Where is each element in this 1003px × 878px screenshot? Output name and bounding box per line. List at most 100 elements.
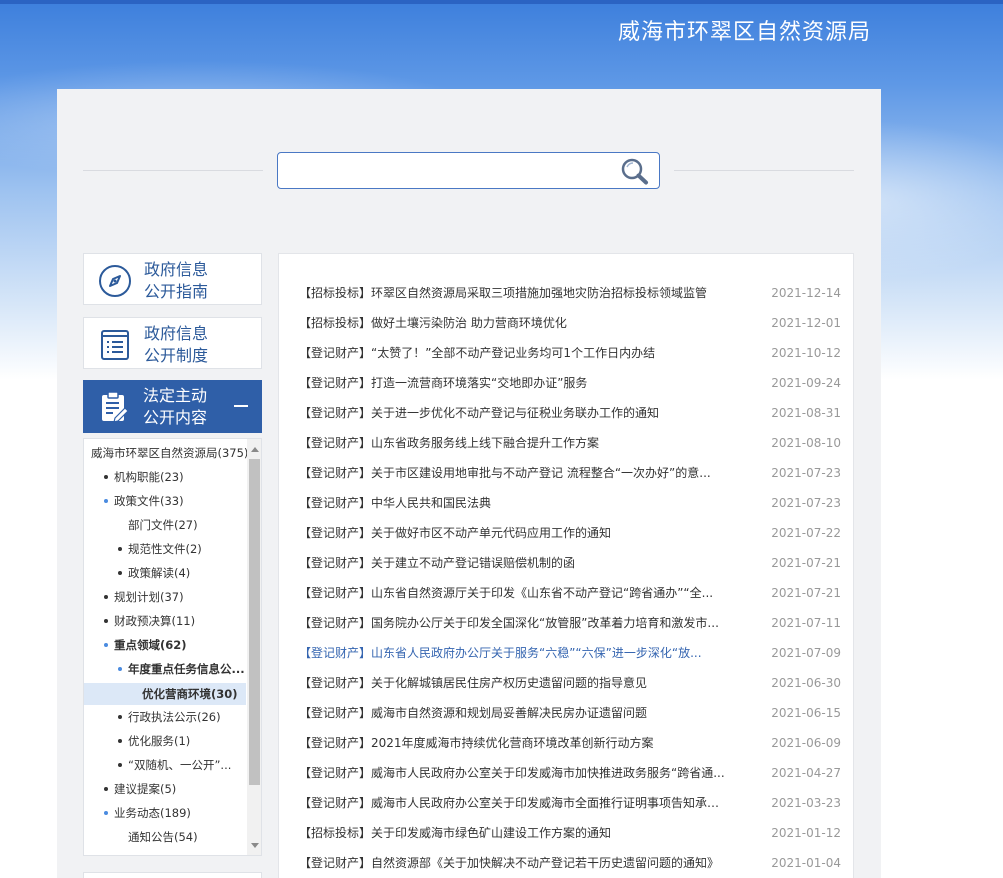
list-item[interactable]: 【登记财产】自然资源部《关于加快解决不动产登记若干历史遗留问题的通知》 2021-…: [299, 852, 841, 874]
list-item[interactable]: 【登记财产】山东省自然资源厅关于印发《山东省不动产登记“跨省通办”“全... 20…: [299, 582, 841, 604]
bullet-icon: [104, 594, 108, 599]
list-item-title[interactable]: 【登记财产】“太赞了！”全部不动产登记业务均可1个工作日内办结: [299, 342, 729, 364]
list-item[interactable]: 【招标投标】环翠区自然资源局采取三项措施加强地灾防治招标投标领域监管 2021-1…: [299, 282, 841, 304]
tree-item-selected[interactable]: 优化营商环境(30): [142, 684, 238, 704]
bullet-icon: [118, 666, 122, 671]
list-item-title[interactable]: 【登记财产】威海市自然资源和规划局妥善解决民房办证遗留问题: [299, 702, 729, 724]
list-item-date: 2021-10-12: [771, 346, 841, 360]
list-item-date: 2021-07-11: [771, 616, 841, 630]
bullet-icon: [118, 714, 122, 719]
document-list-icon: [101, 330, 129, 360]
tree-item[interactable]: 财政预决算(11): [104, 611, 195, 631]
category-tree: 威海市环翠区自然资源局(375) 机构职能(23) 政策文件(33) 部门文件(…: [83, 438, 262, 856]
search-divider-left: [83, 170, 263, 171]
list-item-title[interactable]: 【登记财产】中华人民共和国民法典: [299, 492, 729, 514]
list-item-title[interactable]: 【登记财产】威海市人民政府办公室关于印发威海市加快推进政务服务“跨省通...: [299, 762, 729, 784]
list-item[interactable]: 【招标投标】做好土壤污染防治 助力营商环境优化 2021-12-01: [299, 312, 841, 334]
list-item[interactable]: 【登记财产】关于做好市区不动产单元代码应用工作的通知 2021-07-22: [299, 522, 841, 544]
sidebar-card-label: 法定主动 公开内容: [143, 386, 208, 427]
tree-item[interactable]: 政策文件(33): [104, 491, 184, 511]
collapse-icon[interactable]: [234, 405, 248, 407]
list-item[interactable]: 【登记财产】山东省政务服务线上线下融合提升工作方案 2021-08-10: [299, 432, 841, 454]
list-item-date: 2021-07-22: [771, 526, 841, 540]
list-item-title[interactable]: 【登记财产】关于建立不动产登记错误赔偿机制的函: [299, 552, 729, 574]
scroll-up-icon[interactable]: [251, 447, 259, 452]
list-item[interactable]: 【登记财产】关于市区建设用地审批与不动产登记 流程整合“一次办好”的意... 20…: [299, 462, 841, 484]
list-item-date: 2021-07-23: [771, 496, 841, 510]
list-item[interactable]: 【登记财产】山东省人民政府办公厅关于服务“六稳”“六保”进一步深化“放... 20…: [299, 642, 841, 664]
list-item-title[interactable]: 【登记财产】山东省人民政府办公厅关于服务“六稳”“六保”进一步深化“放...: [299, 642, 729, 664]
bullet-icon: [118, 570, 122, 575]
list-item-title[interactable]: 【登记财产】山东省自然资源厅关于印发《山东省不动产登记“跨省通办”“全...: [299, 582, 729, 604]
bullet-icon: [118, 762, 122, 767]
list-item[interactable]: 【登记财产】威海市人民政府办公室关于印发威海市全面推行证明事项告知承诺... 20…: [299, 792, 841, 814]
tree-item[interactable]: 规范性文件(2): [118, 539, 202, 559]
sidebar-card-next[interactable]: [83, 872, 262, 878]
tree-item[interactable]: “双随机、一公开”...: [118, 755, 231, 775]
list-item-date: 2021-07-23: [771, 466, 841, 480]
list-item-date: 2021-08-10: [771, 436, 841, 450]
list-item[interactable]: 【登记财产】威海市自然资源和规划局妥善解决民房办证遗留问题 2021-06-15: [299, 702, 841, 724]
list-item-title[interactable]: 【登记财产】关于进一步优化不动产登记与征税业务联办工作的通知: [299, 402, 729, 424]
tree-item[interactable]: 重点领域(62): [104, 635, 187, 655]
list-item-title[interactable]: 【登记财产】关于化解城镇居民住房产权历史遗留问题的指导意见: [299, 672, 729, 694]
sidebar-card-guide[interactable]: 政府信息 公开指南: [83, 253, 262, 305]
scroll-down-icon[interactable]: [251, 843, 259, 848]
list-item-title[interactable]: 【招标投标】做好土壤污染防治 助力营商环境优化: [299, 312, 729, 334]
tree-item[interactable]: 优化服务(1): [118, 731, 190, 751]
list-item-date: 2021-01-12: [771, 826, 841, 840]
search-divider-right: [674, 170, 854, 171]
tree-item[interactable]: 建议提案(5): [104, 779, 176, 799]
top-strip: [0, 0, 1003, 4]
list-item-date: 2021-06-09: [771, 736, 841, 750]
bullet-icon: [104, 498, 108, 503]
tree-item[interactable]: 机构职能(23): [104, 467, 184, 487]
list-item[interactable]: 【招标投标】关于印发威海市绿色矿山建设工作方案的通知 2021-01-12: [299, 822, 841, 844]
article-list: 【招标投标】环翠区自然资源局采取三项措施加强地灾防治招标投标领域监管 2021-1…: [278, 253, 854, 878]
scroll-thumb[interactable]: [249, 459, 260, 785]
list-item-date: 2021-08-31: [771, 406, 841, 420]
list-item-title[interactable]: 【登记财产】国务院办公厅关于印发全国深化“放管服”改革着力培育和激发市...: [299, 612, 729, 634]
list-item[interactable]: 【登记财产】2021年度威海市持续优化营商环境改革创新行动方案 2021-06-0…: [299, 732, 841, 754]
list-item-title[interactable]: 【登记财产】山东省政务服务线上线下融合提升工作方案: [299, 432, 729, 454]
list-item-date: 2021-12-01: [771, 316, 841, 330]
tree-item[interactable]: 部门文件(27): [128, 515, 198, 535]
search-box: [277, 152, 660, 189]
sidebar-card-content-active[interactable]: 法定主动 公开内容: [83, 380, 262, 433]
list-item-date: 2021-06-30: [771, 676, 841, 690]
list-item-title[interactable]: 【登记财产】打造一流营商环境落实“交地即办证”服务: [299, 372, 729, 394]
list-item-title[interactable]: 【招标投标】环翠区自然资源局采取三项措施加强地灾防治招标投标领域监管: [299, 282, 729, 304]
tree-item[interactable]: 年度重点任务信息公...: [118, 659, 245, 679]
compass-icon: [99, 265, 131, 297]
tree-item[interactable]: 政策解读(4): [118, 563, 190, 583]
list-item-title[interactable]: 【登记财产】威海市人民政府办公室关于印发威海市全面推行证明事项告知承诺...: [299, 792, 729, 814]
list-item[interactable]: 【登记财产】“太赞了！”全部不动产登记业务均可1个工作日内办结 2021-10-1…: [299, 342, 841, 364]
list-item-title[interactable]: 【登记财产】关于做好市区不动产单元代码应用工作的通知: [299, 522, 729, 544]
sidebar-card-system[interactable]: 政府信息 公开制度: [83, 317, 262, 369]
list-item[interactable]: 【登记财产】关于化解城镇居民住房产权历史遗留问题的指导意见 2021-06-30: [299, 672, 841, 694]
search-button[interactable]: [619, 156, 651, 186]
list-item[interactable]: 【登记财产】关于进一步优化不动产登记与征税业务联办工作的通知 2021-08-31: [299, 402, 841, 424]
list-item-title[interactable]: 【登记财产】2021年度威海市持续优化营商环境改革创新行动方案: [299, 732, 729, 754]
tree-item[interactable]: 通知公告(54): [128, 827, 198, 847]
list-item-title[interactable]: 【登记财产】关于市区建设用地审批与不动产登记 流程整合“一次办好”的意...: [299, 462, 729, 484]
list-item[interactable]: 【登记财产】国务院办公厅关于印发全国深化“放管服”改革着力培育和激发市... 20…: [299, 612, 841, 634]
list-item[interactable]: 【登记财产】关于建立不动产登记错误赔偿机制的函 2021-07-21: [299, 552, 841, 574]
tree-item[interactable]: 行政执法公示(26): [118, 707, 221, 727]
tree-item[interactable]: 规划计划(37): [104, 587, 184, 607]
clipboard-edit-icon: [102, 391, 129, 423]
list-item-title[interactable]: 【登记财产】自然资源部《关于加快解决不动产登记若干历史遗留问题的通知》: [299, 852, 729, 874]
list-item-date: 2021-06-15: [771, 706, 841, 720]
list-item-date: 2021-12-14: [771, 286, 841, 300]
tree-scrollbar[interactable]: [247, 439, 261, 855]
list-item[interactable]: 【登记财产】威海市人民政府办公室关于印发威海市加快推进政务服务“跨省通... 20…: [299, 762, 841, 784]
list-item-date: 2021-03-23: [771, 796, 841, 810]
search-input[interactable]: [286, 157, 606, 184]
list-item[interactable]: 【登记财产】中华人民共和国民法典 2021-07-23: [299, 492, 841, 514]
list-item-date: 2021-04-27: [771, 766, 841, 780]
tree-item[interactable]: 威海市环翠区自然资源局(375): [91, 443, 248, 463]
list-item-title[interactable]: 【招标投标】关于印发威海市绿色矿山建设工作方案的通知: [299, 822, 729, 844]
list-item[interactable]: 【登记财产】打造一流营商环境落实“交地即办证”服务 2021-09-24: [299, 372, 841, 394]
tree-item[interactable]: 业务动态(189): [104, 803, 191, 823]
bullet-icon: [104, 642, 108, 647]
